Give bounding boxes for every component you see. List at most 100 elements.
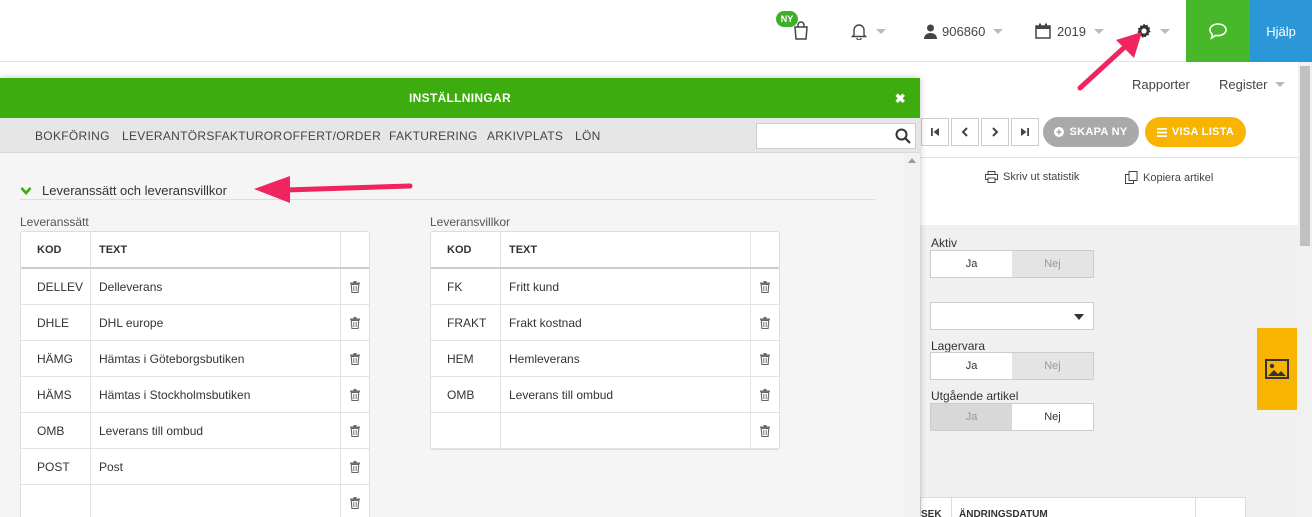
table-row[interactable]: OMB Leverans till ombud <box>431 377 779 413</box>
cell-text[interactable] <box>91 485 341 517</box>
table-row[interactable]: HÄMS Hämtas i Stockholmsbutiken <box>21 377 369 413</box>
cell-code[interactable] <box>431 413 501 448</box>
stock-yes[interactable]: Ja <box>931 353 1012 379</box>
expiring-no[interactable]: Nej <box>1012 404 1093 430</box>
delete-button[interactable] <box>751 305 779 340</box>
active-toggle[interactable]: Ja Nej <box>930 250 1094 278</box>
table-row[interactable] <box>431 413 779 449</box>
delete-button[interactable] <box>341 269 369 304</box>
notifications-button[interactable] <box>850 0 886 62</box>
expiring-yes[interactable]: Ja <box>931 404 1012 430</box>
cell-code[interactable]: DHLE <box>21 305 91 340</box>
cell-text[interactable]: Delleverans <box>91 269 341 304</box>
cell-code[interactable]: FK <box>431 269 501 304</box>
search-input[interactable] <box>756 123 916 149</box>
last-page-button[interactable] <box>1011 118 1039 146</box>
trash-icon[interactable] <box>350 352 360 365</box>
table-row[interactable]: DHLE DHL europe <box>21 305 369 341</box>
print-stats-link[interactable]: Skriv ut statistik <box>985 171 1079 183</box>
tab-bookkeeping[interactable]: BOKFÖRING <box>35 129 110 143</box>
trash-icon[interactable] <box>760 352 770 365</box>
cell-text[interactable]: Post <box>91 449 341 484</box>
cell-text[interactable]: DHL europe <box>91 305 341 340</box>
delete-button[interactable] <box>751 377 779 412</box>
delete-button[interactable] <box>751 341 779 376</box>
trash-icon[interactable] <box>350 280 360 293</box>
tab-archive[interactable]: ARKIVPLATS <box>487 129 563 143</box>
trash-icon[interactable] <box>760 316 770 329</box>
cell-code[interactable]: DELLEV <box>21 269 91 304</box>
cell-code[interactable]: OMB <box>21 413 91 448</box>
delete-button[interactable] <box>341 485 369 517</box>
trash-icon[interactable] <box>760 280 770 293</box>
stock-toggle[interactable]: Ja Nej <box>930 352 1094 380</box>
tab-salary[interactable]: LÖN <box>575 129 601 143</box>
cell-code[interactable]: HÄMS <box>21 377 91 412</box>
search-icon[interactable] <box>895 128 911 144</box>
table-row[interactable]: DELLEV Delleverans <box>21 269 369 305</box>
prev-button[interactable] <box>951 118 979 146</box>
tab-offer-order[interactable]: OFFERT/ORDER <box>283 129 381 143</box>
delete-button[interactable] <box>751 269 779 304</box>
trash-icon[interactable] <box>760 388 770 401</box>
cell-text[interactable]: Leverans till ombud <box>91 413 341 448</box>
tab-supplier-invoices[interactable]: LEVERANTÖRSFAKTUROR <box>122 129 282 143</box>
cell-code[interactable]: FRAKT <box>431 305 501 340</box>
trash-icon[interactable] <box>760 424 770 437</box>
table-row[interactable] <box>21 485 369 517</box>
table-row[interactable]: HEM Hemleverans <box>431 341 779 377</box>
delete-button[interactable] <box>751 413 779 448</box>
table-row[interactable]: OMB Leverans till ombud <box>21 413 369 449</box>
delete-button[interactable] <box>341 413 369 448</box>
expiring-toggle[interactable]: Ja Nej <box>930 403 1094 431</box>
settings-menu[interactable] <box>1136 0 1170 62</box>
year-menu[interactable]: 2019 <box>1035 0 1104 62</box>
active-yes[interactable]: Ja <box>931 251 1012 277</box>
cell-text[interactable]: Fritt kund <box>501 269 751 304</box>
modal-scrollbar[interactable] <box>904 153 920 517</box>
section-header[interactable]: Leveranssätt och leveransvillkor <box>20 183 227 198</box>
menu-register[interactable]: Register <box>1219 77 1286 92</box>
help-button[interactable]: Hjälp <box>1250 0 1312 62</box>
scroll-up-icon[interactable] <box>908 158 916 163</box>
trash-icon[interactable] <box>350 496 360 509</box>
chat-button[interactable] <box>1186 0 1250 62</box>
cell-code[interactable]: POST <box>21 449 91 484</box>
cell-code[interactable]: OMB <box>431 377 501 412</box>
create-new-button[interactable]: SKAPA NY <box>1043 117 1139 147</box>
active-no[interactable]: Nej <box>1012 251 1093 277</box>
page-scrollbar-thumb[interactable] <box>1300 66 1310 246</box>
cell-code[interactable]: HEM <box>431 341 501 376</box>
dropdown-select[interactable] <box>930 302 1094 330</box>
table-row[interactable]: HÄMG Hämtas i Göteborgsbutiken <box>21 341 369 377</box>
cell-text[interactable]: Hämtas i Göteborgsbutiken <box>91 341 341 376</box>
cell-code[interactable]: HÄMG <box>21 341 91 376</box>
delete-button[interactable] <box>341 305 369 340</box>
trash-icon[interactable] <box>350 316 360 329</box>
first-page-button[interactable] <box>921 118 949 146</box>
cell-text[interactable]: Frakt kostnad <box>501 305 751 340</box>
delete-button[interactable] <box>341 341 369 376</box>
show-list-button[interactable]: VISA LISTA <box>1145 117 1246 147</box>
next-button[interactable] <box>981 118 1009 146</box>
trash-icon[interactable] <box>350 388 360 401</box>
cell-text[interactable]: Hemleverans <box>501 341 751 376</box>
table-row[interactable]: FRAKT Frakt kostnad <box>431 305 779 341</box>
delete-button[interactable] <box>341 449 369 484</box>
cell-text[interactable]: Leverans till ombud <box>501 377 751 412</box>
user-menu[interactable]: 906860 <box>924 0 1004 62</box>
close-icon[interactable]: ✖ <box>895 91 906 107</box>
tab-invoicing[interactable]: FAKTURERING <box>389 129 478 143</box>
copy-article-link[interactable]: Kopiera artikel <box>1125 171 1213 184</box>
image-tab[interactable] <box>1257 328 1297 410</box>
cell-text[interactable]: Hämtas i Stockholmsbutiken <box>91 377 341 412</box>
cell-code[interactable] <box>21 485 91 517</box>
table-row[interactable]: POST Post <box>21 449 369 485</box>
stock-no[interactable]: Nej <box>1012 353 1093 379</box>
menu-reports[interactable]: Rapporter <box>1132 77 1190 92</box>
delete-button[interactable] <box>341 377 369 412</box>
trash-icon[interactable] <box>350 424 360 437</box>
cell-text[interactable] <box>501 413 751 448</box>
shop-button[interactable] <box>792 0 810 62</box>
trash-icon[interactable] <box>350 460 360 473</box>
